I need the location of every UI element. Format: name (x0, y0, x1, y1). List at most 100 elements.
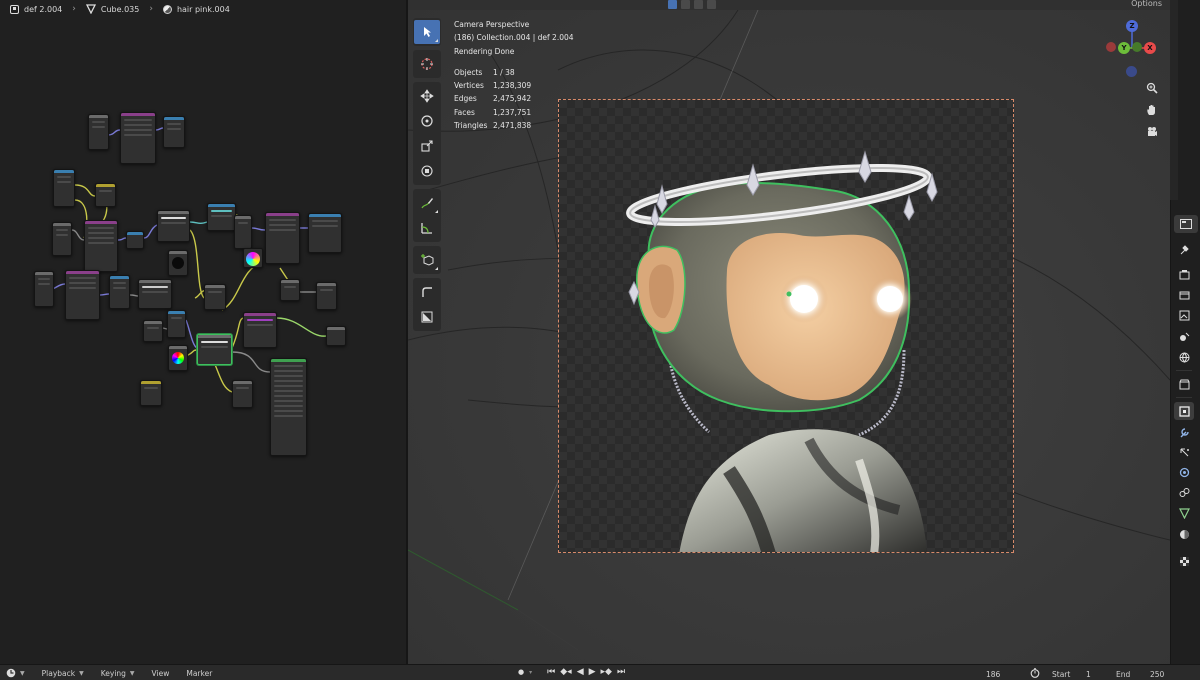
chevron-down-icon: ▼ (79, 669, 84, 677)
shader-node[interactable] (53, 169, 75, 207)
shader-node[interactable] (168, 250, 188, 276)
shader-node[interactable] (243, 248, 263, 268)
scale-icon[interactable] (414, 134, 440, 158)
neg-y-axis-button[interactable] (1132, 42, 1142, 52)
breadcrumb-object[interactable]: def 2.004 (10, 4, 62, 14)
shader-node[interactable] (308, 213, 342, 253)
jump-to-end-icon[interactable]: ⏭ (617, 667, 625, 677)
stopwatch-icon[interactable] (1030, 668, 1052, 680)
measure-icon[interactable] (414, 216, 440, 240)
shader-node[interactable] (120, 112, 156, 164)
transform-icon[interactable] (414, 159, 440, 183)
play-reverse-icon[interactable]: ◀ (577, 667, 584, 677)
shader-node[interactable] (232, 380, 253, 408)
options-dropdown[interactable]: Options (1131, 0, 1162, 8)
3d-viewport[interactable]: Options Camera Perspective (186) Collect… (408, 0, 1170, 664)
shader-node[interactable] (243, 312, 277, 348)
y-axis-button[interactable]: Y (1118, 42, 1130, 54)
shader-node[interactable] (204, 284, 226, 310)
tool-icon[interactable] (1174, 240, 1194, 258)
shader-node[interactable] (95, 183, 116, 207)
keying-menu[interactable]: Keying ▼ (101, 669, 135, 678)
prev-keyframe-icon[interactable]: ◆◂ (560, 667, 571, 677)
next-keyframe-icon[interactable]: ▸◆ (601, 667, 612, 677)
shader-node[interactable] (316, 282, 337, 310)
stat-row: Objects 1 / 38 (454, 66, 574, 79)
play-icon[interactable]: ▶ (589, 667, 596, 677)
physics-icon[interactable] (1174, 463, 1194, 481)
shader-node[interactable] (52, 222, 72, 256)
data-icon[interactable] (1174, 504, 1194, 522)
particles-icon[interactable] (1174, 443, 1194, 461)
editor-type-icon[interactable] (1174, 215, 1198, 233)
material-icon[interactable] (1174, 525, 1194, 543)
marker-menu[interactable]: Marker (186, 669, 212, 678)
pan-hand-icon[interactable] (1144, 104, 1160, 120)
shrink-icon[interactable] (414, 305, 440, 329)
texture-icon[interactable] (1174, 552, 1194, 570)
constraints-icon[interactable] (1174, 483, 1194, 501)
current-frame-field[interactable]: 186 (986, 670, 1030, 679)
shader-node[interactable] (326, 326, 346, 346)
shader-node[interactable] (234, 215, 252, 249)
select-mode-button[interactable] (668, 0, 677, 9)
move-icon[interactable] (414, 84, 440, 108)
select-box-icon[interactable] (414, 20, 440, 44)
output-icon[interactable] (1174, 286, 1194, 304)
object-icon[interactable] (1174, 402, 1194, 420)
x-axis-button[interactable]: X (1144, 42, 1156, 54)
shader-node[interactable] (270, 358, 307, 456)
chevron-down-icon: ▼ (20, 669, 25, 677)
shader-node[interactable] (163, 116, 185, 148)
camera-view-icon[interactable] (1144, 126, 1160, 142)
annotate-icon[interactable] (414, 191, 440, 215)
view-menu[interactable]: View (152, 669, 170, 678)
editor-type-dropdown[interactable]: ▼ (6, 668, 25, 678)
playback-menu[interactable]: Playback ▼ (42, 669, 84, 678)
breadcrumb-mesh[interactable]: Cube.035 (85, 4, 139, 14)
scene-icon[interactable] (1174, 327, 1194, 345)
jump-to-start-icon[interactable]: ⏮ (547, 667, 555, 677)
rotate-icon[interactable] (414, 109, 440, 133)
collection-icon[interactable] (1174, 375, 1194, 393)
scrollbar[interactable] (1170, 0, 1178, 200)
shader-node[interactable] (280, 279, 300, 301)
chevron-down-icon[interactable]: ▾ (529, 669, 532, 676)
shader-node[interactable] (157, 210, 190, 242)
select-mode-button[interactable] (694, 0, 703, 9)
start-frame-field[interactable]: 1 (1086, 670, 1116, 679)
shader-node-editor[interactable]: def 2.004 › Cube.035 › hair pink.004 (0, 0, 406, 664)
select-mode-button[interactable] (707, 0, 716, 9)
neg-z-axis-button[interactable] (1126, 66, 1137, 77)
cursor-icon[interactable] (414, 52, 440, 76)
select-mode-button[interactable] (681, 0, 690, 9)
shader-node[interactable] (138, 279, 172, 309)
shader-node-selected[interactable] (197, 334, 232, 365)
navigation-gizmo[interactable]: Z X Y (1104, 18, 1160, 78)
shader-node[interactable] (65, 270, 100, 320)
z-axis-button[interactable]: Z (1126, 20, 1138, 32)
shader-node[interactable] (126, 231, 144, 249)
shader-node[interactable] (109, 275, 130, 309)
extrude-icon[interactable] (414, 280, 440, 304)
neg-x-axis-button[interactable] (1106, 42, 1116, 52)
render-icon[interactable] (1174, 265, 1194, 283)
shader-node[interactable] (143, 320, 163, 342)
shader-node[interactable] (34, 271, 54, 307)
add-cube-icon[interactable] (414, 248, 440, 272)
breadcrumb-material[interactable]: hair pink.004 (162, 4, 230, 14)
shader-node[interactable] (168, 345, 188, 371)
keyframe-dot-icon[interactable]: ● (518, 668, 524, 676)
view-layer-icon[interactable] (1174, 306, 1194, 324)
modifier-icon[interactable] (1174, 423, 1194, 441)
world-icon[interactable] (1174, 348, 1194, 366)
shader-node[interactable] (84, 220, 118, 272)
shader-node[interactable] (88, 114, 109, 150)
shader-node[interactable] (140, 380, 162, 406)
shader-node[interactable] (167, 310, 186, 338)
end-frame-field[interactable]: 250 (1150, 670, 1180, 679)
zoom-icon[interactable] (1144, 82, 1160, 98)
stat-row: Triangles 2,471,838 (454, 119, 574, 132)
shader-node[interactable] (207, 203, 236, 231)
shader-node[interactable] (265, 212, 300, 264)
